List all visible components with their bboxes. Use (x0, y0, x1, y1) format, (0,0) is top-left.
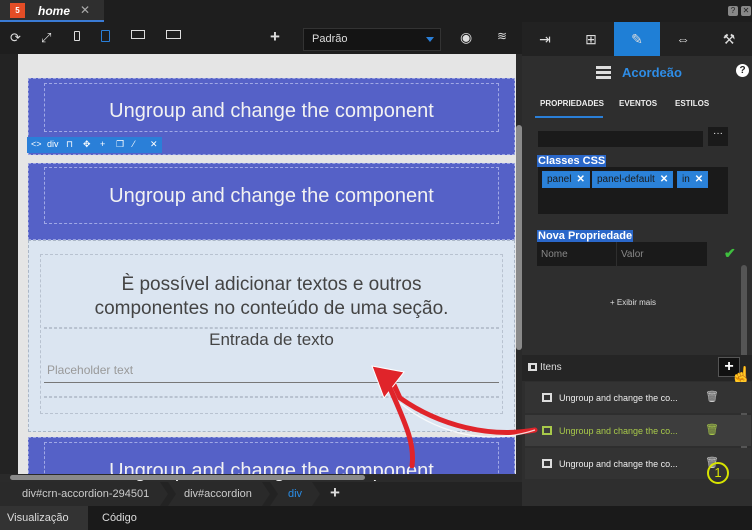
add-icon[interactable]: + (270, 27, 280, 47)
trash-icon[interactable]: 🗑 (705, 423, 719, 436)
help-icon[interactable]: ? (728, 6, 738, 16)
list-item-label[interactable]: Ungroup and change the co... (559, 426, 678, 436)
fullscreen-icon[interactable]: ⤢ (41, 30, 51, 46)
preview-eye-icon[interactable]: ◉ (460, 29, 472, 46)
tablet-icon[interactable] (101, 30, 110, 42)
desktop-icon[interactable] (131, 30, 145, 39)
tab-eventos[interactable]: EVENTOS (619, 99, 657, 108)
trash-icon[interactable]: 🗑 (705, 390, 719, 403)
breadcrumb-item-div-accordion[interactable]: div#accordion (184, 488, 252, 500)
mobile-icon[interactable] (74, 31, 80, 41)
copy-icon[interactable]: ❐ (116, 139, 124, 150)
chevron-down-icon (426, 37, 434, 42)
style-select[interactable]: Padrão (303, 28, 441, 51)
close-tab-icon[interactable]: ✕ (80, 3, 90, 17)
remove-icon[interactable]: ✕ (150, 139, 158, 150)
wide-screen-icon[interactable] (166, 30, 181, 39)
body-text-line-2: componentes no conteúdo de uma seção. (94, 298, 449, 319)
confirm-check-icon[interactable]: ✔ (724, 245, 736, 262)
css-class-tag[interactable]: panel-default ✕ (592, 171, 674, 188)
accordion-component-icon (596, 66, 611, 80)
css-class-tag[interactable]: in ✕ (677, 171, 709, 188)
property-field[interactable] (538, 131, 703, 147)
item-table-icon (542, 426, 552, 435)
panel-title-1[interactable]: Ungroup and change the component (28, 100, 515, 123)
text-input-field[interactable]: Placeholder text (47, 363, 133, 377)
tree-icon[interactable]: ⊞ (568, 22, 614, 56)
database-icon[interactable]: ≋ (497, 29, 507, 43)
add-child-icon[interactable]: + (100, 139, 105, 149)
body-text-line-1: È possível adicionar textos e outros (121, 274, 422, 295)
login-icon[interactable]: ⇥ (522, 22, 568, 56)
title-bar (0, 0, 752, 22)
selection-toolbar[interactable]: <> div ⊓ ✥ + ❐ ⁄ ✕ (27, 137, 162, 153)
style-select-value: Padrão (312, 33, 348, 45)
active-subtab-indicator (535, 116, 603, 118)
annotation-arrow (371, 365, 538, 468)
file-tab[interactable]: 5 home ✕ (0, 0, 104, 22)
tab-codigo[interactable]: Código (102, 512, 137, 524)
show-more-link[interactable]: + Exibir mais (610, 298, 656, 307)
step-marker: 1 (707, 462, 729, 484)
panel-title-2[interactable]: Ungroup and change the component (28, 185, 515, 208)
html5-icon: 5 (10, 3, 25, 18)
move-icon[interactable]: ✥ (83, 139, 91, 150)
remove-tag-icon[interactable]: ✕ (695, 174, 703, 185)
file-tab-label: home (38, 4, 71, 18)
code-icon[interactable]: <> (31, 139, 42, 149)
css-class-tag[interactable]: panel ✕ (542, 171, 590, 188)
property-value-input[interactable]: Valor (617, 242, 707, 266)
section-divider (44, 327, 499, 329)
help-icon[interactable]: ? (736, 64, 749, 77)
remove-tag-icon[interactable]: ✕ (576, 174, 584, 185)
panel-body-text[interactable]: È possível adicionar textos e outros com… (44, 273, 499, 321)
selected-element-tag: div (47, 139, 59, 149)
canvas-horizontal-scroll-thumb[interactable] (10, 475, 365, 480)
remove-tag-icon[interactable]: ✕ (660, 174, 668, 185)
breadcrumb-item-accordion[interactable]: div#crn-accordion-294501 (22, 488, 149, 500)
component-title: Acordeão (622, 65, 682, 80)
tab-estilos[interactable]: ESTILOS (675, 99, 709, 108)
edit-pencil-icon[interactable]: ✎ (614, 22, 660, 56)
refresh-icon[interactable]: ⟳ (10, 30, 21, 46)
canvas-gutter (0, 54, 18, 478)
text-input-label[interactable]: Entrada de texto (44, 330, 499, 350)
items-label: Itens (540, 362, 562, 373)
more-options-icon[interactable]: ··· (708, 127, 728, 146)
close-window-icon[interactable]: ✕ (741, 6, 751, 16)
list-item-label[interactable]: Ungroup and change the co... (559, 459, 678, 469)
breadcrumb-item-div[interactable]: div (288, 488, 302, 500)
item-table-icon (542, 393, 552, 402)
property-name-input[interactable]: Nome (537, 242, 616, 266)
tools-icon[interactable]: ⚒ (706, 22, 752, 56)
tab-visualizacao-label: Visualização (7, 512, 69, 524)
swap-icon[interactable]: ⇔ (660, 22, 706, 56)
unlock-icon[interactable]: ⊓ (66, 139, 73, 150)
item-table-icon (542, 459, 552, 468)
app-window: 5 home ✕ ? ✕ ⟳ ⤢ + Padrão ◉ ≋ Ungroup an… (0, 0, 752, 530)
magic-wand-icon[interactable]: ⁄ (133, 139, 135, 149)
tab-propriedades[interactable]: PROPRIEDADES (540, 99, 604, 108)
add-breadcrumb-icon[interactable]: + (330, 483, 340, 503)
list-item-label[interactable]: Ungroup and change the co... (559, 393, 678, 403)
